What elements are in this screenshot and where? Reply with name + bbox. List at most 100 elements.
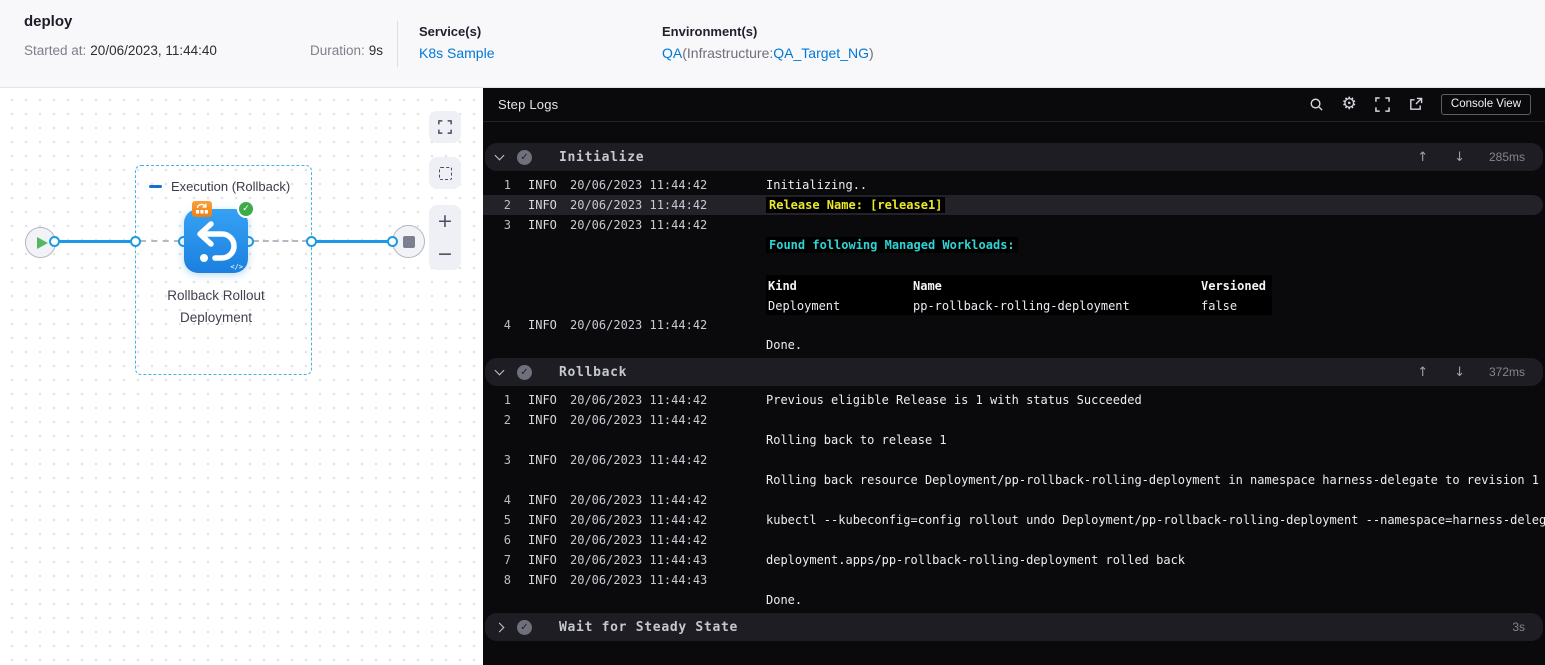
- infrastructure-link[interactable]: QA_Target_NG: [773, 45, 869, 61]
- workload-cell-kind: Deployment: [768, 299, 841, 313]
- log-line[interactable]: 4 INFO 20/06/2023 11:44:42: [483, 315, 1545, 335]
- log-line[interactable]: 5 INFO 20/06/2023 11:44:42 kubectl --kubeco…: [483, 510, 1545, 530]
- log-line[interactable]: 7 INFO 20/06/2023 11:44:43 deployment.apps/…: [483, 550, 1545, 570]
- log-level: INFO: [528, 453, 557, 467]
- log-line[interactable]: 6 INFO 20/06/2023 11:44:42: [483, 530, 1545, 550]
- chevron-right-icon[interactable]: [494, 622, 505, 632]
- expand-fullscreen-icon[interactable]: [1375, 97, 1390, 112]
- log-line[interactable]: 4 INFO 20/06/2023 11:44:42: [483, 490, 1545, 510]
- stop-icon: [403, 236, 415, 248]
- log-message: Release Name: [release1]: [766, 195, 1543, 215]
- chevron-down-icon[interactable]: [494, 150, 505, 161]
- search-icon[interactable]: [1309, 97, 1324, 112]
- log-text: Rolling back to release 1: [766, 433, 947, 447]
- log-level: INFO: [528, 553, 557, 567]
- log-timestamp: [570, 590, 766, 610]
- canvas-select-button[interactable]: [429, 157, 461, 189]
- log-section-header[interactable]: ✓ Wait for Steady State 3s: [485, 613, 1543, 641]
- line-number: 1: [503, 393, 511, 407]
- success-check-icon: ✓: [237, 200, 255, 218]
- settings-gear-icon[interactable]: ⚙: [1342, 96, 1357, 113]
- log-timestamp: 20/06/2023 11:44:42: [570, 198, 708, 212]
- log-message: [766, 490, 1545, 510]
- workload-cell-name: Name: [913, 279, 942, 293]
- service-link[interactable]: K8s Sample: [419, 45, 494, 61]
- log-message: Previous eligible Release is 1 with stat…: [766, 390, 1545, 410]
- log-line[interactable]: Done.: [483, 335, 1545, 355]
- connector-dot: [130, 236, 141, 247]
- log-timestamp: [570, 335, 766, 355]
- line-number: 4: [503, 318, 511, 332]
- log-text: Previous eligible Release is 1 with stat…: [766, 393, 1142, 407]
- canvas-fullscreen-button[interactable]: [429, 111, 461, 143]
- environments-block: Environment(s) QA(Infrastructure:QA_Targ…: [662, 24, 874, 61]
- scroll-to-top-icon[interactable]: ↑: [1417, 150, 1428, 165]
- log-body: ✓ Initialize ↑ ↓ 285ms 1 INFO 20/06/2023 11:44:…: [483, 122, 1545, 641]
- collapse-group-icon[interactable]: [149, 185, 162, 188]
- environment-link[interactable]: QA: [662, 45, 682, 61]
- zoom-out-button[interactable]: −: [429, 238, 461, 271]
- log-line[interactable]: Rolling back resource Deployment/pp-roll…: [483, 470, 1545, 490]
- log-message: [766, 410, 1545, 430]
- execution-header: deploy Started at: 20/06/2023, 11:44:40 D…: [0, 0, 1545, 88]
- step-logs-title: Step Logs: [498, 97, 559, 112]
- log-message: Done.: [766, 335, 1545, 355]
- log-line[interactable]: 3 INFO 20/06/2023 11:44:42: [483, 215, 1545, 235]
- log-line[interactable]: 1 INFO 20/06/2023 11:44:42 Initializing..: [483, 175, 1545, 195]
- connector-dot: [49, 236, 60, 247]
- log-level: INFO: [528, 493, 557, 507]
- log-text: Release Name: [release1]: [766, 197, 946, 213]
- play-icon: [37, 236, 48, 249]
- log-message: [766, 570, 1545, 590]
- edge-group-to-step: [140, 240, 180, 242]
- zoom-in-button[interactable]: +: [429, 205, 461, 238]
- line-number: [483, 335, 511, 355]
- scroll-to-bottom-icon[interactable]: ↓: [1454, 365, 1465, 380]
- pipeline-name: deploy: [24, 13, 73, 30]
- infrastructure-label: (Infrastructure:: [682, 45, 774, 61]
- workload-table-row: Deployment pp-rollback-rolling-deployment…: [766, 295, 1272, 315]
- line-number: [483, 590, 511, 610]
- log-line[interactable]: Deployment pp-rollback-rolling-deployment…: [483, 295, 1545, 315]
- log-section-header[interactable]: ✓ Rollback ↑ ↓ 372ms: [485, 358, 1543, 386]
- line-number: [483, 235, 511, 255]
- pipeline-canvas[interactable]: Execution (Rollback) </> ✓ Rollback Roll…: [0, 88, 483, 665]
- line-number: 8: [503, 573, 511, 587]
- rollback-step-node[interactable]: </> ✓: [184, 200, 255, 273]
- log-line[interactable]: Kind Name Versioned: [483, 275, 1545, 295]
- section-duration: 285ms: [1488, 150, 1525, 164]
- workload-cell-versioned: false: [1201, 299, 1238, 313]
- rollout-badge-icon: [192, 201, 212, 217]
- log-text: Initializing..: [766, 178, 868, 192]
- log-timestamp: [570, 295, 766, 315]
- scroll-to-top-icon[interactable]: ↑: [1417, 365, 1428, 380]
- log-line[interactable]: 3 INFO 20/06/2023 11:44:42: [483, 450, 1545, 470]
- log-line[interactable]: 8 INFO 20/06/2023 11:44:43: [483, 570, 1545, 590]
- line-number: 5: [503, 513, 511, 527]
- log-line[interactable]: 2 INFO 20/06/2023 11:44:42 Release Name: [r…: [483, 195, 1543, 215]
- log-line[interactable]: 2 INFO 20/06/2023 11:44:42: [483, 410, 1545, 430]
- console-view-button[interactable]: Console View: [1440, 94, 1531, 115]
- log-timestamp: [570, 275, 766, 295]
- log-line[interactable]: Done.: [483, 590, 1545, 610]
- log-section-header[interactable]: ✓ Initialize ↑ ↓ 285ms: [485, 143, 1543, 171]
- log-message: [766, 255, 1545, 275]
- log-message: Rolling back to release 1: [766, 430, 1545, 450]
- chevron-down-icon[interactable]: [494, 365, 505, 376]
- log-line[interactable]: 1 INFO 20/06/2023 11:44:42 Previous eligibl…: [483, 390, 1545, 410]
- log-level: INFO: [528, 513, 557, 527]
- open-new-tab-icon[interactable]: [1408, 97, 1423, 112]
- log-message: Rolling back resource Deployment/pp-roll…: [766, 470, 1545, 490]
- log-timestamp: 20/06/2023 11:44:42: [570, 218, 708, 232]
- scroll-to-bottom-icon[interactable]: ↓: [1454, 150, 1465, 165]
- log-level: [528, 430, 570, 450]
- step-node-label: Rollback Rollout Deployment: [167, 288, 265, 325]
- log-line[interactable]: Found following Managed Workloads:: [483, 235, 1545, 255]
- log-line[interactable]: [483, 255, 1545, 275]
- log-line[interactable]: Rolling back to release 1: [483, 430, 1545, 450]
- line-number: [483, 470, 511, 490]
- workload-cell-versioned: Versioned: [1201, 279, 1267, 293]
- log-timestamp: [570, 430, 766, 450]
- log-timestamp: 20/06/2023 11:44:42: [570, 413, 708, 427]
- log-timestamp: 20/06/2023 11:44:42: [570, 178, 708, 192]
